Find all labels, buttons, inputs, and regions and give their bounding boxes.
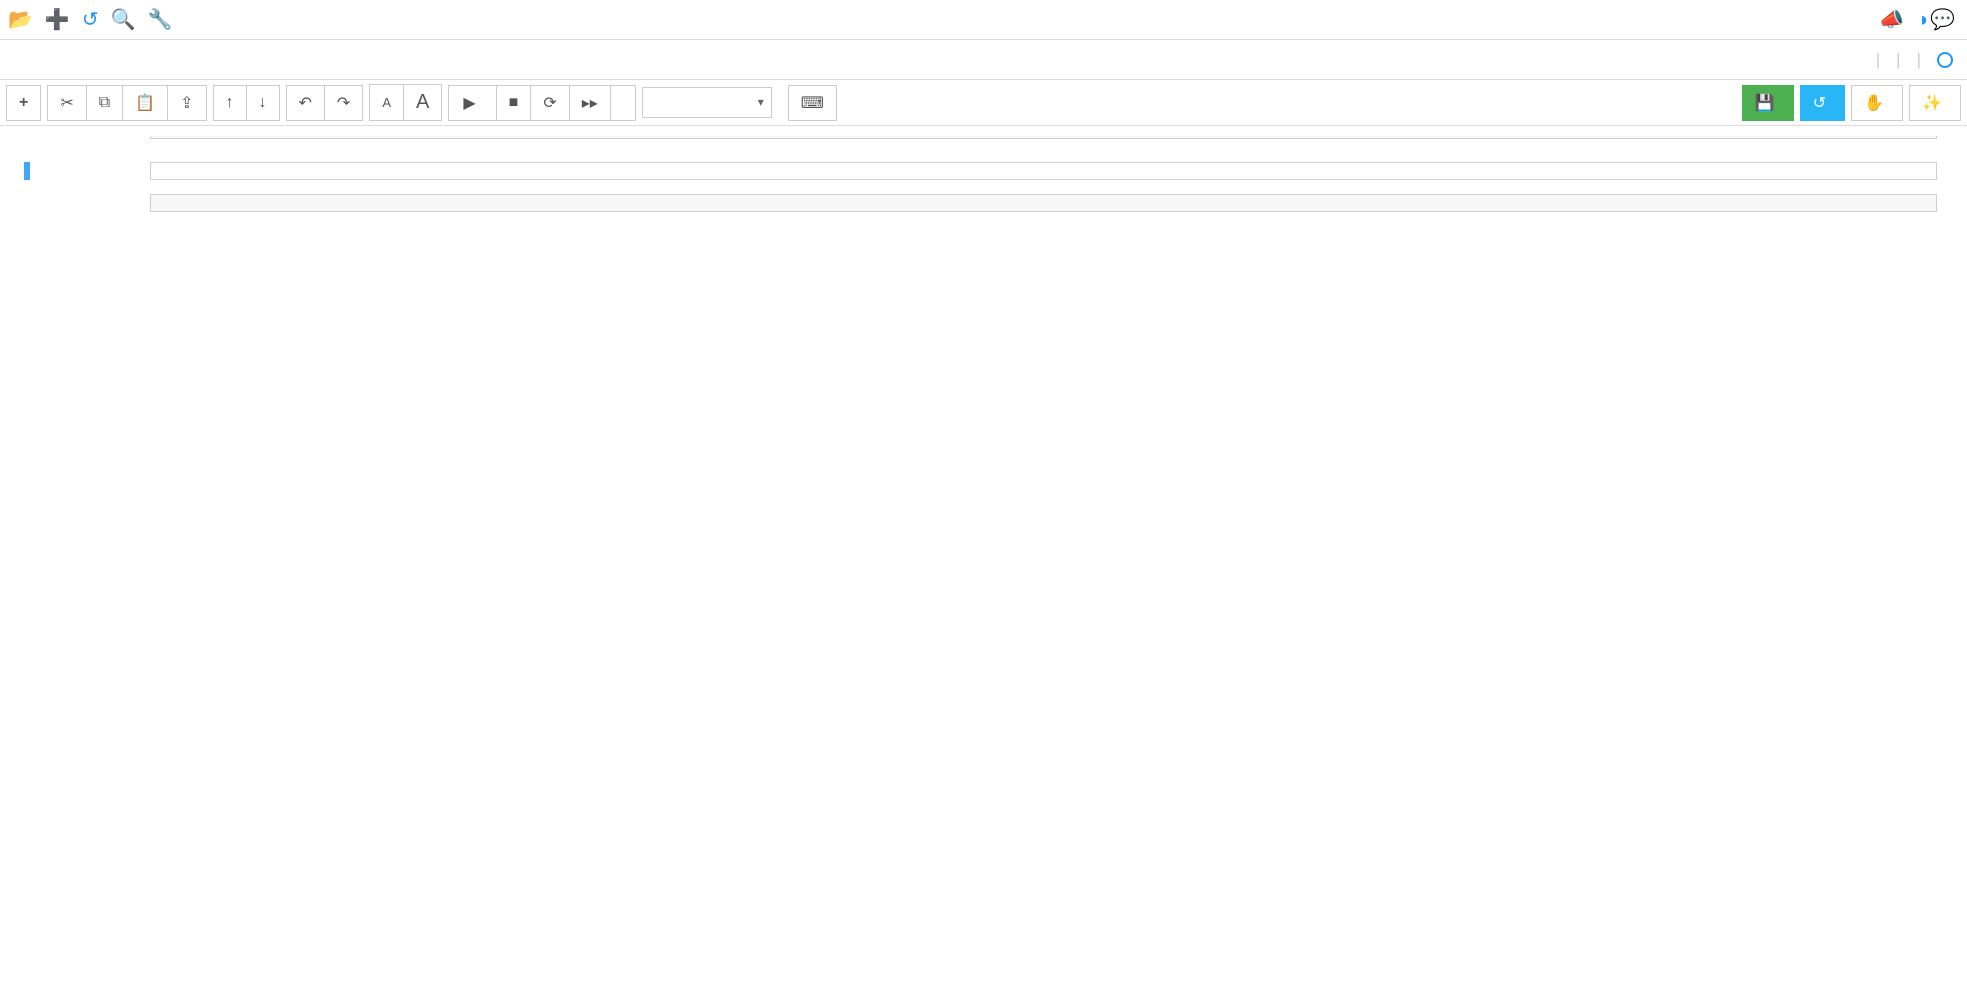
redo-button[interactable]: ↷ — [325, 85, 363, 121]
paste-button[interactable]: 📋 — [123, 85, 168, 121]
format-button[interactable]: ⇪ — [168, 85, 206, 121]
run-button[interactable]: ▶ — [448, 85, 496, 121]
tab-bar — [182, 0, 1867, 39]
folder-open-icon[interactable]: 📂 — [8, 7, 33, 32]
notebook-status: | | | — [1868, 50, 1961, 70]
keyboard-button[interactable]: ⌨ — [788, 85, 837, 121]
input-prompt — [30, 136, 150, 144]
menu-bar: | | | — [0, 40, 1967, 80]
code-input[interactable] — [150, 162, 1937, 180]
undo-button[interactable]: ↶ — [286, 85, 325, 121]
kernel-idle-icon — [1937, 52, 1953, 68]
notebook-toolbar: + ✂ ⧉ 📋 ⇪ ↑ ↓ ↶ ↷ A A ▶ ■ ⟳ ▸▸ ⌨ 💾 ↺ ✋ ✨ — [0, 80, 1967, 126]
code-cell[interactable] — [30, 194, 1937, 228]
timetravel-button[interactable]: ↺ — [1800, 85, 1845, 121]
input-prompt — [30, 194, 150, 228]
assistant-button[interactable]: ✨ — [1909, 85, 1961, 121]
code-input[interactable] — [150, 136, 1937, 139]
chat-icon[interactable]: ◗💬 — [1918, 7, 1955, 32]
stop-button[interactable]: ■ — [497, 85, 532, 121]
code-input[interactable] — [150, 194, 1937, 212]
font-small-button[interactable]: A — [369, 84, 404, 121]
code-cell[interactable] — [30, 162, 1937, 180]
move-up-button[interactable]: ↑ — [213, 85, 247, 121]
halt-button[interactable]: ✋ — [1851, 85, 1903, 121]
output-cell — [30, 236, 1937, 244]
cell-output-text — [150, 212, 1937, 222]
input-prompt — [30, 162, 150, 180]
search-icon[interactable]: 🔍 — [111, 7, 136, 32]
add-cell-button[interactable]: + — [6, 85, 41, 121]
wrench-icon[interactable]: 🔧 — [147, 7, 172, 32]
new-file-icon[interactable]: ➕ — [45, 7, 70, 32]
chart-output — [150, 222, 1937, 228]
restart-button[interactable]: ⟳ — [531, 85, 569, 121]
history-icon[interactable]: ↺ — [82, 7, 99, 32]
copy-button[interactable]: ⧉ — [87, 85, 123, 121]
top-icon-group: 📂 ➕ ↺ 🔍 🔧 — [0, 7, 182, 32]
run-all-button[interactable]: ▸▸ — [570, 85, 611, 121]
cell-type-select[interactable] — [642, 87, 772, 118]
megaphone-icon[interactable]: 📣 — [1879, 7, 1904, 32]
cut-button[interactable]: ✂ — [47, 85, 86, 121]
font-large-button[interactable]: A — [404, 84, 442, 121]
top-right-icons: 📣 ◗💬 — [1867, 7, 1967, 32]
output-prompt — [30, 236, 150, 244]
cell-selection-bar — [24, 162, 30, 180]
notebook-body — [0, 126, 1967, 282]
top-file-tab-bar: 📂 ➕ ↺ 🔍 🔧 📣 ◗💬 — [0, 0, 1967, 40]
save-button[interactable]: 💾 — [1742, 85, 1794, 121]
tab-button[interactable] — [611, 85, 636, 121]
move-down-button[interactable]: ↓ — [247, 85, 280, 121]
code-cell[interactable] — [30, 136, 1937, 144]
